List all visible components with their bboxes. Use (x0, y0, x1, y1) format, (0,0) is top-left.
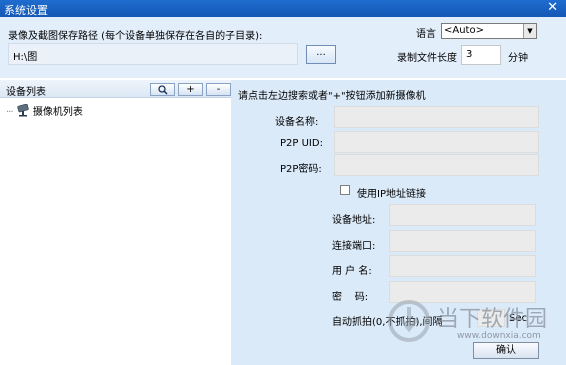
record-length-unit: 分钟 (508, 53, 528, 64)
title-bar: 系统设置 ✕ (0, 0, 566, 17)
language-value: <Auto> (444, 25, 484, 36)
password-label: 密 码: (332, 292, 369, 303)
form-hint: 请点击左边搜索或者"+"按钮添加新摄像机 (238, 91, 426, 102)
username-input[interactable] (389, 255, 536, 277)
p2p-uid-input[interactable] (334, 131, 539, 153)
search-button[interactable] (150, 83, 175, 96)
tree-item-camera-list[interactable]: ··· 摄像机列表 (6, 103, 83, 118)
close-icon[interactable]: ✕ (547, 0, 558, 15)
device-name-label: 设备名称: (275, 117, 319, 128)
device-list-panel: 设备列表 + - ··· 摄像机列表 (0, 80, 231, 365)
language-select[interactable]: <Auto> ▼ (441, 23, 537, 39)
device-list-title: 设备列表 (6, 87, 46, 98)
p2p-password-input[interactable] (334, 154, 539, 176)
watermark-url: www.downxia.com (457, 331, 541, 341)
remove-device-button[interactable]: - (206, 83, 231, 96)
p2p-uid-label: P2P UID: (280, 138, 323, 149)
p2p-password-label: P2P密码: (280, 164, 322, 175)
window-title: 系统设置 (4, 4, 48, 17)
chevron-down-icon[interactable]: ▼ (523, 24, 536, 38)
record-length-label: 录制文件长度 (397, 53, 457, 64)
browse-button[interactable]: ... (306, 45, 336, 64)
save-path-input[interactable]: H:\图 (8, 43, 298, 65)
device-list-header: 设备列表 + - (0, 80, 231, 98)
search-icon (157, 85, 168, 95)
use-ip-checkbox[interactable] (340, 185, 350, 195)
use-ip-label: 使用IP地址链接 (357, 189, 426, 200)
port-label: 连接端口: (332, 241, 376, 252)
device-name-input[interactable] (334, 106, 539, 128)
add-device-button[interactable]: + (178, 83, 203, 96)
watermark-brand: 当下软件园 (437, 307, 548, 332)
camera-icon (17, 103, 29, 117)
save-path-label: 录像及截图保存路径 (每个设备单独保存在各自的子目录): (8, 31, 263, 42)
device-address-input[interactable] (389, 204, 536, 226)
record-length-input[interactable]: 3 (461, 45, 501, 65)
watermark: 当下软件园 www.downxia.com (385, 297, 555, 357)
tree-item-label: 摄像机列表 (32, 107, 83, 118)
port-input[interactable] (389, 230, 536, 252)
device-address-label: 设备地址: (332, 215, 376, 226)
language-label: 语言 (416, 29, 436, 40)
tree-connector: ··· (6, 107, 13, 118)
username-label: 用 户 名: (332, 266, 372, 277)
watermark-logo-icon (388, 300, 430, 342)
